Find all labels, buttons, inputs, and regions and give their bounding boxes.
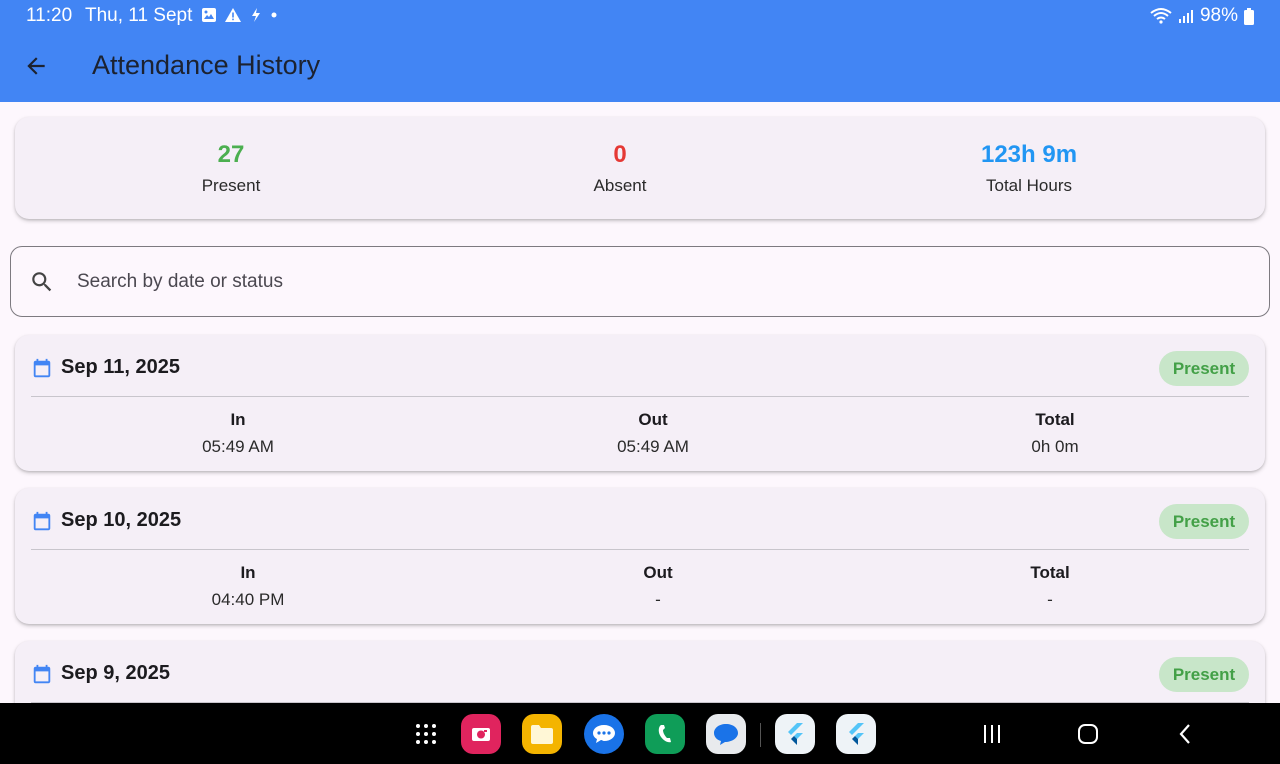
chat-app-icon: [714, 724, 738, 745]
back-nav-button[interactable]: [1169, 719, 1201, 749]
in-label: In: [240, 563, 256, 582]
files-app-button[interactable]: [522, 714, 562, 754]
calendar-icon: [33, 511, 51, 531]
home-icon: [1078, 724, 1098, 744]
phone-app-icon: [658, 725, 671, 743]
absent-count: 0: [613, 141, 627, 168]
recent-apps-icon: [984, 725, 1000, 743]
recent-apps-button[interactable]: [976, 719, 1008, 749]
apps-grid-button[interactable]: [406, 714, 446, 754]
summary-card: 27 Present 0 Absent 123h 9m Total Hours: [15, 117, 1265, 219]
page-title: Attendance History: [92, 50, 321, 80]
total-column: Total -: [1030, 563, 1069, 610]
messages-app-icon: [593, 725, 615, 743]
total-time: 0h 0m: [1031, 437, 1079, 456]
camera-app-button[interactable]: [461, 714, 501, 754]
dock-divider: [760, 723, 761, 747]
status-badge: Present: [1159, 504, 1249, 539]
total-time: -: [1047, 590, 1053, 609]
in-column: In 04:40 PM: [212, 563, 285, 610]
signal-icon: [1178, 10, 1193, 23]
calendar-icon: [33, 358, 51, 378]
home-button[interactable]: [1072, 719, 1104, 749]
flutter-app-button[interactable]: [836, 714, 876, 754]
chat-app-button[interactable]: [706, 714, 746, 754]
search-input[interactable]: [77, 267, 1227, 297]
attendance-record-card[interactable]: Sep 11, 2025 Present In 05:49 AM Out 05:…: [15, 335, 1265, 471]
total-label: Total: [1035, 410, 1075, 429]
apps-grid-icon: [416, 724, 436, 744]
status-bar: 11:20 Thu, 11 Sept 98%: [0, 0, 1280, 32]
out-column: Out 05:49 AM: [617, 410, 689, 457]
flash-icon: [252, 8, 260, 22]
battery-icon: [1244, 7, 1254, 25]
out-label: Out: [638, 410, 668, 429]
system-navigation-bar: [0, 703, 1280, 764]
total-label: Total: [1030, 563, 1070, 582]
messages-app-button[interactable]: [584, 714, 624, 754]
notification-icons: [201, 7, 278, 23]
divider: [31, 549, 1249, 550]
total-hours-label: Total Hours: [986, 176, 1072, 195]
record-date: Sep 9, 2025: [61, 662, 170, 684]
calendar-icon: [33, 664, 51, 684]
flutter-app-icon: [788, 723, 803, 745]
chevron-left-icon: [1179, 724, 1190, 744]
out-column: Out -: [643, 563, 672, 610]
status-badge: Present: [1159, 657, 1249, 692]
arrow-back-icon: [27, 57, 45, 75]
record-date: Sep 11, 2025: [61, 356, 180, 378]
attendance-record-card[interactable]: Sep 10, 2025 Present In 04:40 PM Out - T…: [15, 488, 1265, 624]
absent-stat: 0 Absent: [594, 141, 647, 196]
battery-percent: 98%: [1199, 5, 1238, 26]
present-label: Present: [201, 176, 261, 195]
in-label: In: [230, 410, 246, 429]
warning-icon: [225, 8, 241, 22]
search-icon: [32, 272, 52, 292]
record-date: Sep 10, 2025: [61, 509, 182, 531]
search-field[interactable]: [10, 246, 1270, 317]
present-count: 27: [217, 141, 245, 168]
out-label: Out: [643, 563, 673, 582]
status-time: 11:20: [26, 5, 73, 26]
out-time: 05:49 AM: [617, 437, 689, 456]
divider: [31, 396, 1249, 397]
wifi-icon: [1150, 8, 1172, 24]
status-right: 98%: [1150, 5, 1254, 27]
dot-icon: [271, 12, 277, 18]
total-column: Total 0h 0m: [1031, 410, 1078, 457]
camera-app-icon: [472, 728, 490, 741]
in-time: 05:49 AM: [202, 437, 274, 456]
total-hours-stat: 123h 9m Total Hours: [981, 141, 1077, 196]
app-header: 11:20 Thu, 11 Sept 98% Attendance Histor…: [0, 0, 1280, 102]
phone-app-button[interactable]: [645, 714, 685, 754]
flutter-app-button[interactable]: [775, 714, 815, 754]
flutter-app-icon: [849, 723, 864, 745]
in-column: In 05:49 AM: [202, 410, 274, 457]
present-stat: 27 Present: [202, 141, 261, 196]
files-app-icon: [531, 725, 553, 744]
gallery-icon: [202, 8, 216, 22]
back-button[interactable]: [20, 50, 52, 82]
in-time: 04:40 PM: [211, 590, 285, 609]
out-time: -: [655, 590, 661, 609]
status-badge: Present: [1159, 351, 1249, 386]
absent-label: Absent: [593, 176, 647, 195]
total-hours-value: 123h 9m: [980, 141, 1078, 168]
status-date: Thu, 11 Sept: [85, 5, 193, 26]
